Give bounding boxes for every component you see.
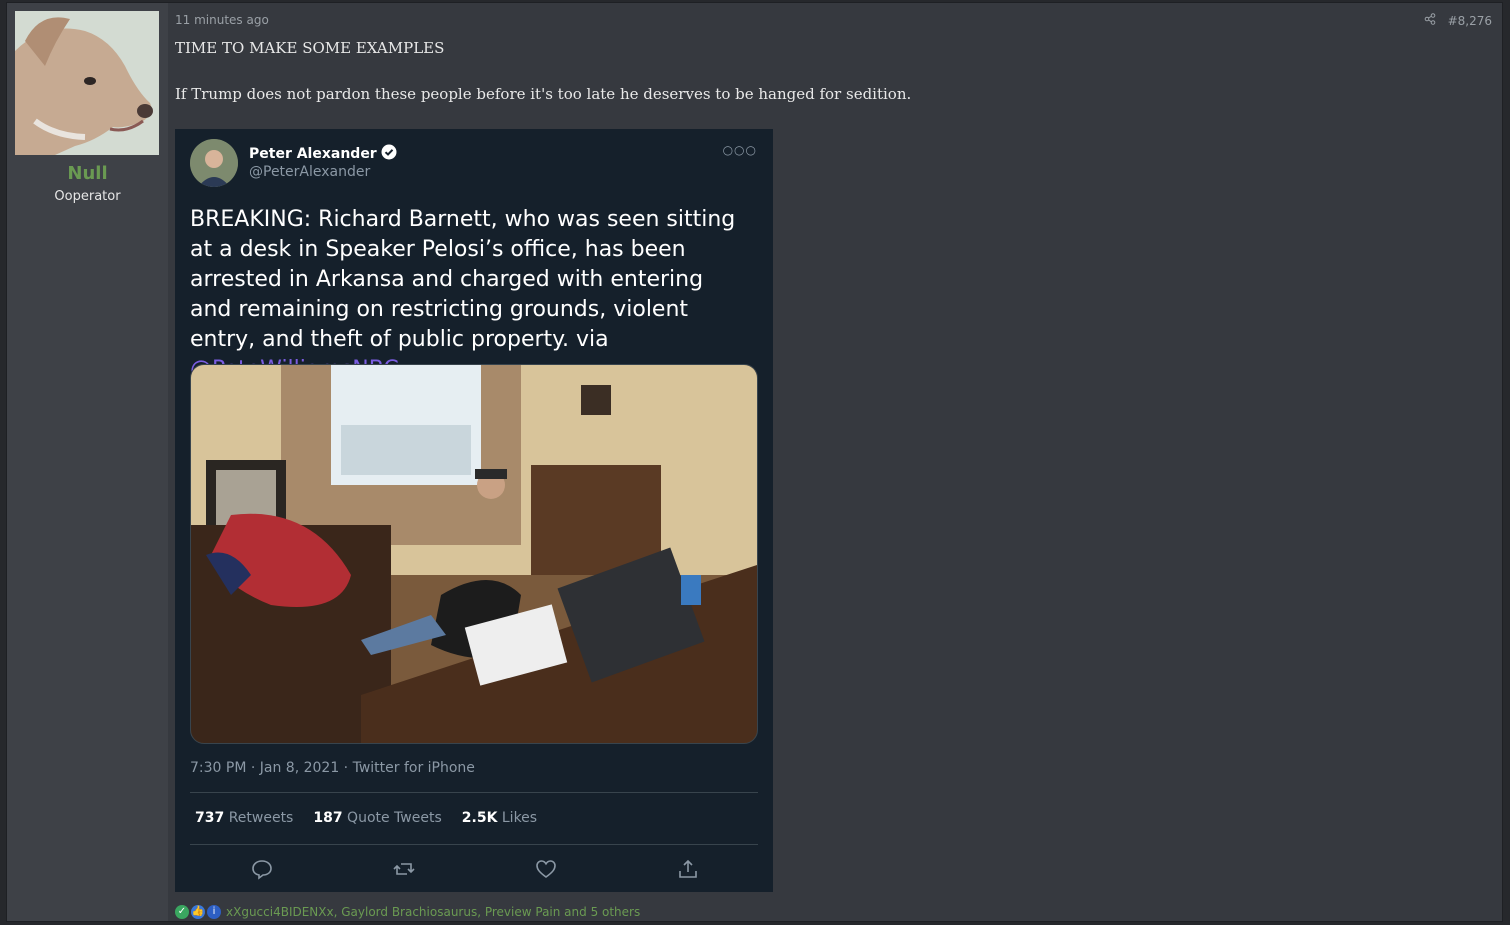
- share-icon[interactable]: [1424, 13, 1436, 28]
- informative-reaction-icon[interactable]: i: [207, 905, 221, 919]
- verified-icon: [381, 144, 397, 164]
- like-reaction-icon[interactable]: 👍: [191, 905, 205, 919]
- likes-label: Likes: [501, 810, 538, 826]
- forum-post: Null Ooperator 11 minutes ago #8,276 TIM…: [6, 2, 1503, 922]
- post-timestamp[interactable]: 11 minutes ago: [175, 13, 269, 27]
- quotes-label: Quote Tweets: [347, 810, 442, 826]
- quotes-count: 187: [313, 810, 343, 826]
- tweet-stats: 737 Retweets 187 Quote Tweets 2.5K Likes: [195, 810, 537, 826]
- user-title: Ooperator: [54, 189, 121, 204]
- share-tweet-icon[interactable]: [676, 857, 700, 881]
- retweet-icon[interactable]: [392, 857, 416, 881]
- post-meta: #8,276: [1424, 13, 1492, 28]
- post-line-2: If Trump does not pardon these people be…: [175, 85, 912, 103]
- likes-count: 2.5K: [461, 810, 498, 826]
- user-sidebar: Null Ooperator: [7, 3, 168, 921]
- reaction-users[interactable]: xXgucci4BIDENXx, Gaylord Brachiosaurus, …: [226, 905, 640, 919]
- retweets-count: 737: [195, 810, 225, 826]
- post-number[interactable]: #8,276: [1448, 14, 1492, 28]
- tweet-author-name: Peter Alexander: [249, 146, 377, 162]
- retweets-stat[interactable]: 737 Retweets: [195, 810, 293, 826]
- agree-reaction-icon[interactable]: ✓: [175, 905, 189, 919]
- tweet-embed[interactable]: Peter Alexander @PeterAlexander ○○○ BREA…: [175, 129, 773, 892]
- more-options-icon[interactable]: ○○○: [723, 143, 757, 157]
- tweet-text: BREAKING: Richard Barnett, who was seen …: [190, 205, 750, 385]
- post-line-1: TIME TO MAKE SOME EXAMPLES: [175, 39, 445, 57]
- user-avatar[interactable]: [15, 11, 159, 155]
- retweets-label: Retweets: [228, 810, 294, 826]
- tweet-handle[interactable]: @PeterAlexander: [249, 164, 370, 180]
- reactions-bar: ✓ 👍 i xXgucci4BIDENXx, Gaylord Brachiosa…: [175, 905, 640, 919]
- tweet-actions: [190, 857, 758, 883]
- tweet-avatar[interactable]: [190, 139, 238, 187]
- tweet-author[interactable]: Peter Alexander: [249, 144, 397, 164]
- likes-stat[interactable]: 2.5K Likes: [462, 810, 537, 826]
- reply-icon[interactable]: [250, 857, 274, 881]
- quotes-stat[interactable]: 187 Quote Tweets: [313, 810, 441, 826]
- divider: [190, 844, 758, 845]
- tweet-photo[interactable]: [190, 364, 758, 744]
- like-icon[interactable]: [534, 857, 558, 881]
- tweet-date[interactable]: 7:30 PM · Jan 8, 2021 · Twitter for iPho…: [190, 760, 475, 776]
- username[interactable]: Null: [7, 163, 168, 184]
- tweet-body: BREAKING: Richard Barnett, who was seen …: [190, 207, 736, 352]
- divider: [190, 792, 758, 793]
